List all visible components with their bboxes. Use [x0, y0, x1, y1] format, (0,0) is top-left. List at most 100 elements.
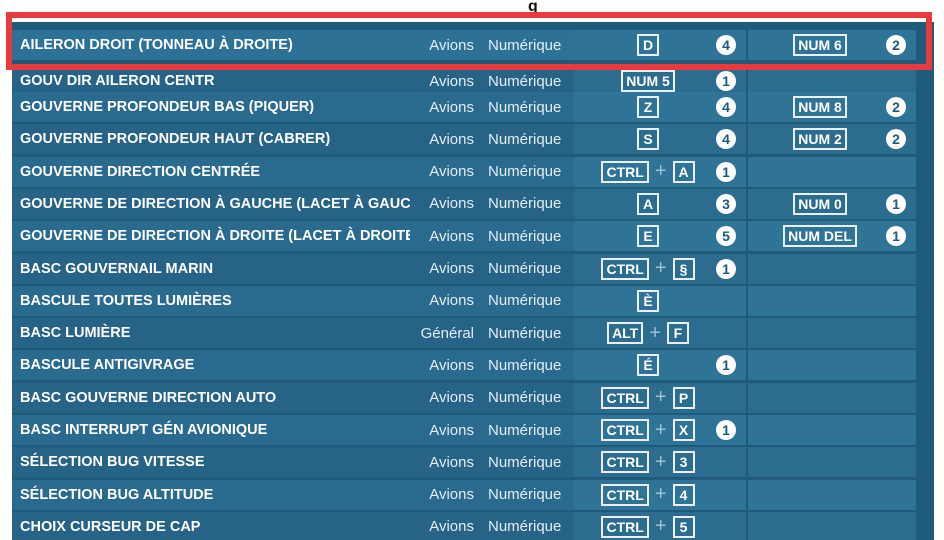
action-name: GOUVERNE DE DIRECTION À GAUCHE (LACET À … [12, 188, 410, 219]
secondary-binding-slot[interactable]: NUM 8 2 [748, 92, 916, 122]
action-type: Numérique [482, 253, 574, 284]
action-type: Numérique [482, 124, 574, 155]
key-cap: CTRL [601, 386, 649, 409]
key-cap: CTRL [601, 257, 649, 280]
conflict-count-badge: 1 [886, 226, 906, 247]
secondary-binding-slot[interactable]: NUM 6 2 [748, 30, 916, 60]
conflict-count-badge: 3 [716, 193, 736, 214]
action-type: Numérique [482, 221, 574, 252]
action-name: SÉLECTION BUG VITESSE [12, 447, 410, 478]
key-cap: D [637, 34, 659, 56]
action-type: Numérique [482, 382, 574, 413]
table-row[interactable]: GOUVERNE DE DIRECTION À DROITE (LACET À … [12, 221, 934, 252]
primary-binding-slot[interactable]: Z4 [574, 92, 746, 122]
table-row[interactable]: GOUVERNE PROFONDEUR BAS (PIQUER) Avions Nu… [12, 92, 934, 122]
secondary-binding-slot[interactable] [748, 382, 916, 413]
primary-binding-slot[interactable]: CTRL + § 1 [574, 253, 746, 284]
action-name: BASC INTERRUPT GÉN AVIONIQUE [12, 415, 410, 445]
primary-binding-slot[interactable]: CTRL +3 [574, 447, 746, 478]
primary-binding-slot[interactable]: È [574, 285, 746, 316]
key-cap: Z [637, 96, 659, 118]
action-type: Numérique [482, 350, 574, 381]
secondary-binding-slot[interactable] [748, 318, 916, 349]
action-category: Avions [410, 92, 482, 122]
table-row[interactable]: BASC GOUVERNAIL MARIN Avions Numérique CTRL… [12, 253, 934, 284]
secondary-binding-slot[interactable]: NUM DEL 1 [748, 221, 916, 252]
action-category: Avions [410, 30, 482, 60]
table-row[interactable]: GOUVERNE DE DIRECTION À GAUCHE (LACET À … [12, 188, 934, 219]
action-type: Numérique [482, 188, 574, 219]
action-type: Numérique [482, 511, 574, 540]
table-row[interactable]: BASC GOUVERNE DIRECTION AUTO Avions Numéri… [12, 382, 934, 413]
primary-binding-slot[interactable]: ALT + F [574, 318, 746, 349]
table-row[interactable]: AILERON DROIT (TONNEAU À DROITE) Avions Nu… [12, 30, 934, 60]
conflict-count-badge: 4 [716, 129, 736, 150]
key-cap: NUM DEL [783, 225, 857, 248]
key-cap: CTRL [601, 451, 649, 474]
key-cap: NUM 6 [793, 34, 847, 56]
table-row[interactable]: BASCULE TOUTES LUMIÈRES Avions Numérique È [12, 285, 934, 316]
action-category: Avions [410, 285, 482, 316]
secondary-binding-slot[interactable] [748, 350, 916, 381]
action-category: Avions [410, 156, 482, 187]
conflict-count-badge: 2 [886, 129, 906, 150]
primary-binding-slot[interactable]: D4 [574, 30, 746, 60]
key-cap: NUM 2 [793, 128, 847, 151]
secondary-binding-slot[interactable] [748, 511, 916, 540]
key-cap: A [672, 160, 695, 183]
action-name: SÉLECTION BUG ALTITUDE [12, 479, 410, 510]
table-row[interactable]: BASC LUMIÈRE Général Numérique ALT + F [12, 318, 934, 349]
primary-binding-slot[interactable]: CTRL + X 1 [574, 415, 746, 445]
action-type: Numérique [482, 415, 574, 445]
action-name: GOUVERNE DIRECTION CENTRÉE [12, 156, 410, 187]
action-name: BASC GOUVERNAIL MARIN [12, 253, 410, 284]
primary-binding-slot[interactable]: CTRL + P [574, 382, 746, 413]
key-cap: CTRL [601, 483, 649, 506]
secondary-binding-slot[interactable] [748, 156, 916, 187]
action-name: BASC GOUVERNE DIRECTION AUTO [12, 382, 410, 413]
table-row[interactable]: BASC INTERRUPT GÉN AVIONIQUE Avions Numéri… [12, 415, 934, 445]
plus-icon: + [654, 515, 667, 538]
action-name: BASCULE TOUTES LUMIÈRES [12, 285, 410, 316]
primary-binding-slot[interactable]: CTRL +5 [574, 511, 746, 540]
action-type: Numérique [482, 156, 574, 187]
secondary-binding-slot[interactable] [748, 253, 916, 284]
secondary-binding-slot[interactable] [748, 285, 916, 316]
table-row[interactable]: GOUVERNE DIRECTION CENTRÉE Avions Numériqu… [12, 156, 934, 187]
secondary-binding-slot[interactable] [748, 415, 916, 445]
plus-icon: + [654, 450, 667, 473]
keybindings-table: AILERON DROIT (TONNEAU À DROITE) Avions Nu… [12, 22, 934, 540]
secondary-binding-slot[interactable] [748, 447, 916, 478]
secondary-binding-slot[interactable]: NUM 0 1 [748, 188, 916, 219]
header-area: g [0, 0, 944, 22]
plus-icon: + [654, 386, 667, 409]
action-category: Avions [410, 221, 482, 252]
action-category: Avions [410, 350, 482, 381]
primary-binding-slot[interactable]: CTRL +4 [574, 479, 746, 510]
key-cap: CTRL [601, 419, 649, 441]
action-type: Numérique [482, 92, 574, 122]
action-name: GOUVERNE DE DIRECTION À DROITE (LACET À … [12, 221, 410, 252]
action-name: CHOIX CURSEUR DE CAP [12, 511, 410, 540]
primary-binding-slot[interactable]: A3 [574, 188, 746, 219]
primary-binding-slot[interactable]: E5 [574, 221, 746, 252]
action-name: AILERON DROIT (TONNEAU À DROITE) [12, 30, 410, 60]
table-row[interactable]: CHOIX CURSEUR DE CAP Avions Numérique CTRL +… [12, 511, 934, 540]
primary-binding-slot[interactable]: S4 [574, 124, 746, 155]
table-row[interactable]: BASCULE ANTIGIVRAGE Avions Numérique É 1 [12, 350, 934, 381]
secondary-binding-slot[interactable] [748, 479, 916, 510]
conflict-count-badge: 1 [886, 193, 906, 214]
primary-binding-slot[interactable]: É1 [574, 350, 746, 381]
table-row[interactable]: SÉLECTION BUG ALTITUDE Avions Numérique CTR… [12, 479, 934, 510]
key-cap: NUM 0 [793, 192, 847, 215]
key-cap: CTRL [601, 160, 649, 183]
conflict-count-badge: 1 [716, 420, 736, 440]
header-title-fragment: g [528, 0, 538, 15]
primary-binding-slot[interactable]: CTRL + A 1 [574, 156, 746, 187]
table-row[interactable]: GOUVERNE PROFONDEUR HAUT (CABRER) Avions N… [12, 124, 934, 155]
secondary-binding-slot[interactable]: NUM 2 2 [748, 124, 916, 155]
key-cap: E [637, 225, 659, 248]
table-row[interactable]: SÉLECTION BUG VITESSE Avions Numérique CTRL… [12, 447, 934, 478]
conflict-count-badge: 1 [716, 258, 736, 279]
plus-icon: + [649, 321, 661, 344]
